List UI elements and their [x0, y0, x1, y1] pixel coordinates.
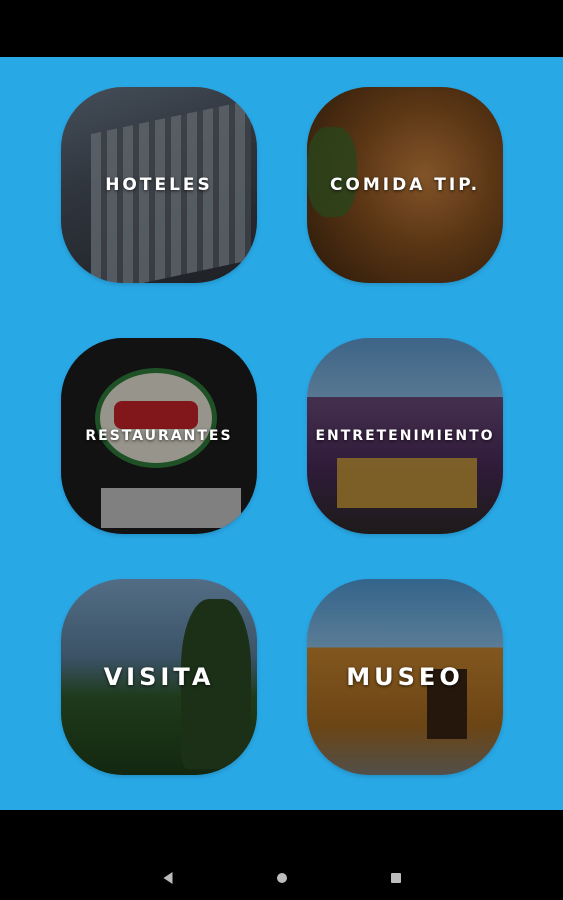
tile-restaurantes[interactable]: RESTAURANTES — [61, 338, 257, 534]
tile-label-museo: MUSEO — [346, 663, 464, 691]
tile-label-restaurantes: RESTAURANTES — [85, 428, 233, 444]
tile-comida-tipica[interactable]: COMIDA TIP. — [307, 87, 503, 283]
tile-label-visita: VISITA — [103, 663, 215, 691]
tile-label-entretenimiento: ENTRETENIMIENTO — [315, 428, 495, 444]
tile-entretenimiento[interactable]: ENTRETENIMIENTO — [307, 338, 503, 534]
back-triangle-icon[interactable] — [163, 872, 173, 884]
category-grid: HOTELES COMIDA TIP. RESTAURANTES ENTRETE… — [0, 57, 563, 810]
tile-visita[interactable]: VISITA — [61, 579, 257, 775]
tile-museo[interactable]: MUSEO — [307, 579, 503, 775]
navigation-bar — [0, 810, 563, 900]
home-circle-icon[interactable] — [277, 873, 287, 883]
status-bar — [0, 0, 563, 57]
tile-label-hoteles: HOTELES — [105, 175, 213, 195]
tile-hoteles[interactable]: HOTELES — [61, 87, 257, 283]
tile-label-comida: COMIDA TIP. — [329, 175, 481, 195]
recents-square-icon[interactable] — [391, 873, 401, 883]
